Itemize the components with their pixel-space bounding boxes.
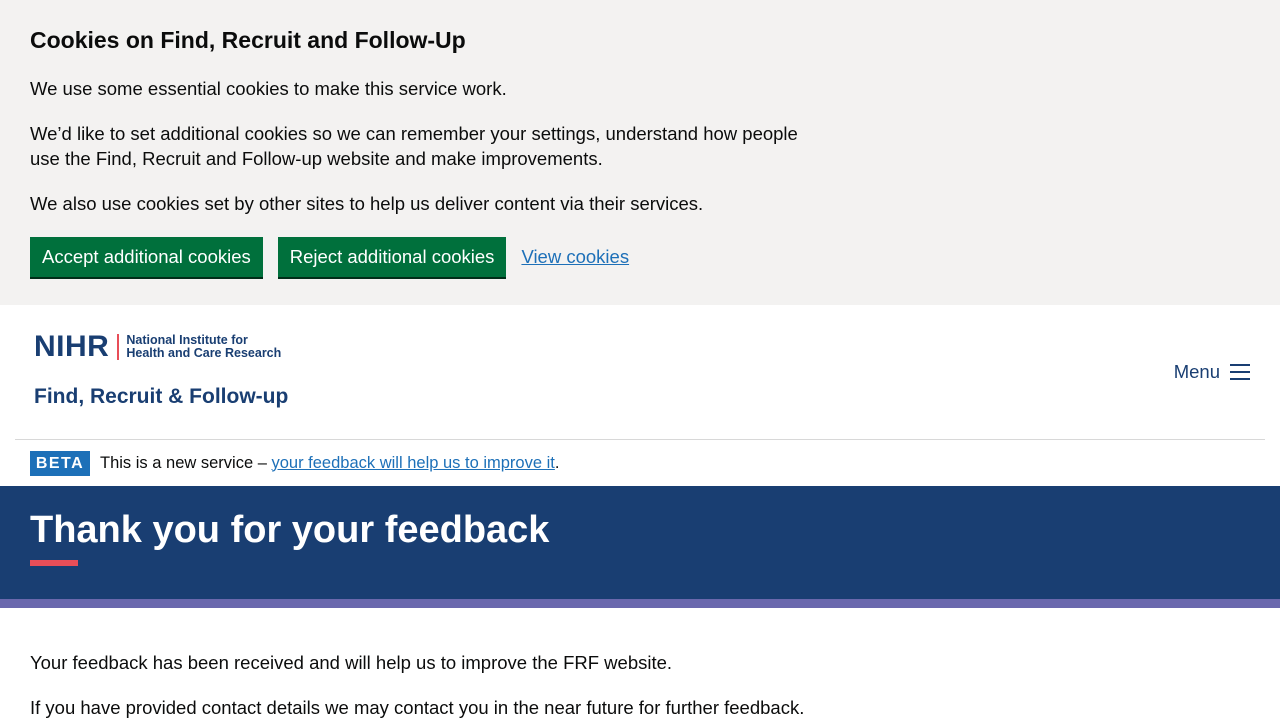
beta-text-suffix: . xyxy=(554,453,560,472)
logo-nihr-text: NIHR xyxy=(34,330,110,363)
cookie-banner: Cookies on Find, Recruit and Follow-Up W… xyxy=(0,0,1280,305)
beta-banner: BETA This is a new service – your feedba… xyxy=(0,440,1280,486)
logo-subtitle: National Institute for Health and Care R… xyxy=(126,334,281,360)
logo-subtitle-line-2: Health and Care Research xyxy=(126,346,282,360)
hamburger-icon xyxy=(1230,364,1250,380)
menu-label: Menu xyxy=(1173,361,1220,382)
cookie-text-additional: We’d like to set additional cookies so w… xyxy=(30,123,798,169)
title-underline xyxy=(30,560,78,566)
accept-cookies-button[interactable]: Accept additional cookies xyxy=(30,237,263,277)
cookie-banner-title: Cookies on Find, Recruit and Follow-Up xyxy=(30,27,466,53)
page-title: Thank you for your feedback xyxy=(30,509,550,551)
logo-top-row: NIHR National Institute for Health and C… xyxy=(34,330,288,363)
reject-cookies-button[interactable]: Reject additional cookies xyxy=(277,237,507,277)
service-name: Find, Recruit & Follow-up xyxy=(34,385,289,408)
site-header: NIHR National Institute for Health and C… xyxy=(15,305,1265,440)
cookie-text-essential: We use some essential cookies to make th… xyxy=(30,78,507,99)
nihr-logo[interactable]: NIHR National Institute for Health and C… xyxy=(34,330,289,409)
beta-text-prefix: This is a new service – xyxy=(100,453,272,472)
main-content: Your feedback has been received and will… xyxy=(0,608,1280,720)
feedback-link[interactable]: your feedback will help us to improve it xyxy=(271,454,554,472)
contact-details-text: If you have provided contact details we … xyxy=(30,697,805,718)
feedback-received-text: Your feedback has been received and will… xyxy=(30,652,673,673)
beta-tag: BETA xyxy=(30,450,90,476)
beta-text: This is a new service – your feedback wi… xyxy=(100,454,559,473)
logo-subtitle-line-1: National Institute for xyxy=(126,333,248,347)
menu-button[interactable]: Menu xyxy=(1174,361,1250,383)
logo-divider xyxy=(117,334,120,360)
cookie-text-third-party: We also use cookies set by other sites t… xyxy=(30,193,704,214)
view-cookies-link[interactable]: View cookies xyxy=(521,246,629,268)
cookie-actions: Accept additional cookies Reject additio… xyxy=(30,237,1250,277)
page-hero: Thank you for your feedback xyxy=(0,486,1280,608)
